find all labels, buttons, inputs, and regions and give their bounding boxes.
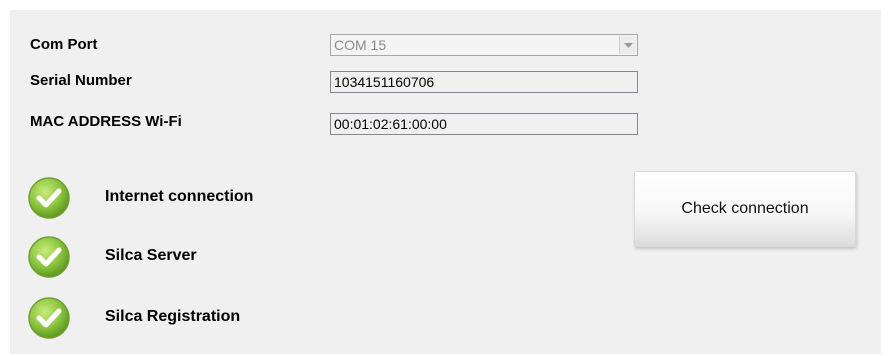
check-icon (28, 297, 70, 339)
com-port-label: Com Port (30, 36, 98, 53)
status-label-silca-registration: Silca Registration (105, 308, 241, 325)
connection-panel: Com Port COM 15 Serial Number 1034151160… (10, 10, 881, 354)
serial-number-label: Serial Number (30, 72, 132, 89)
check-icon (28, 236, 70, 278)
com-port-select[interactable]: COM 15 (330, 34, 638, 56)
status-label-internet: Internet connection (105, 188, 254, 205)
status-label-silca-server: Silca Server (105, 247, 197, 264)
chevron-down-icon[interactable] (619, 36, 636, 54)
mac-address-label: MAC ADDRESS Wi-Fi (30, 113, 182, 130)
check-icon (28, 177, 70, 219)
check-connection-button[interactable]: Check connection (634, 171, 856, 247)
mac-address-field[interactable]: 00:01:02:61:00:00 (330, 113, 638, 135)
serial-number-field[interactable]: 1034151160706 (330, 71, 638, 93)
com-port-value: COM 15 (334, 37, 387, 53)
